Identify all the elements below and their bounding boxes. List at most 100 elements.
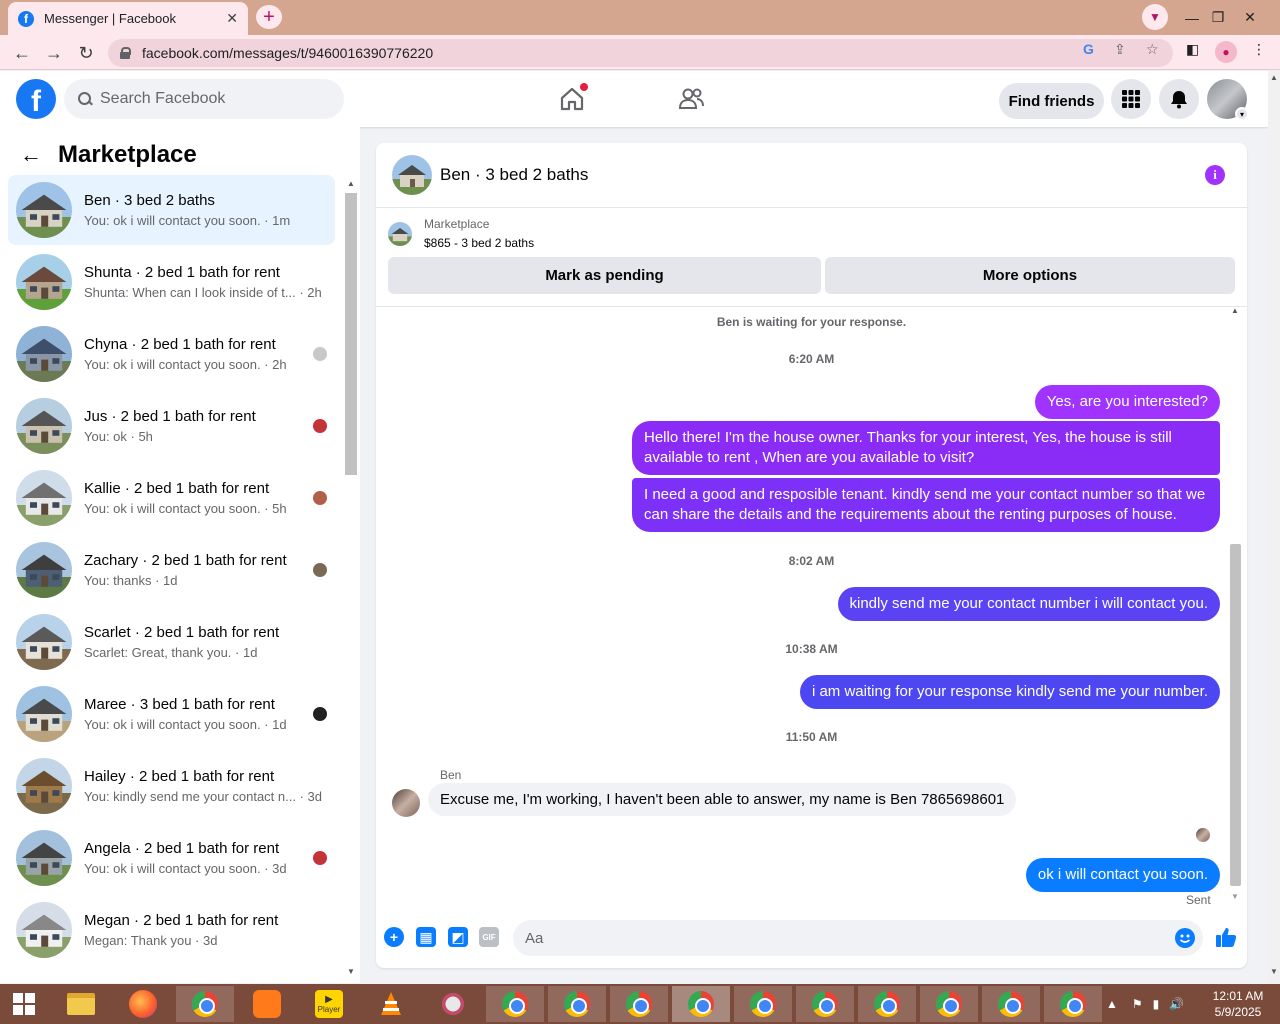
page-scrollbar[interactable]: ▲ ▼ (1268, 71, 1280, 983)
conversation-thumbnail (16, 254, 72, 310)
close-window-icon[interactable]: ✕ (1232, 0, 1268, 35)
conversation-preview: You: kindly send me your contact n... · … (84, 789, 322, 804)
back-arrow-icon[interactable]: ← (9, 40, 35, 66)
chat-scrollbar[interactable]: ▲ ▼ (1228, 306, 1242, 906)
conversation-row[interactable]: Scarlet · 2 bed 1 bath for rent Scarlet: … (8, 607, 335, 677)
conversation-row[interactable]: Shunta · 2 bed 1 bath for rent Shunta: Wh… (8, 247, 335, 317)
emoji-icon[interactable] (1175, 928, 1195, 948)
conversation-text: Jus · 2 bed 1 bath for rent You: ok · 5h (84, 408, 313, 444)
taskbar-clock[interactable]: 12:01 AM 5/9/2025 (1205, 988, 1271, 1020)
sticker-icon[interactable]: ◩ (448, 927, 468, 947)
chrome-window-icon[interactable] (920, 986, 978, 1022)
conversation-thumbnail (16, 830, 72, 886)
conversation-row[interactable]: Zachary · 2 bed 1 bath for rent You: than… (8, 535, 335, 605)
sidebar-scrollbar[interactable]: ▲ ▼ (344, 179, 358, 979)
conversation-preview: You: ok i will contact you soon. · 3d (84, 861, 287, 876)
chrome-window-icon[interactable] (982, 986, 1040, 1022)
read-receipt-avatar (313, 563, 327, 577)
chrome-window-icon[interactable] (734, 986, 792, 1022)
friends-icon[interactable] (677, 85, 705, 113)
address-url: facebook.com/messages/t/9460016390776220 (142, 45, 434, 61)
reload-icon[interactable]: ↻ (73, 40, 99, 66)
find-friends-button[interactable]: Find friends (999, 83, 1104, 119)
like-thumbs-up-icon[interactable] (1214, 925, 1238, 949)
plus-icon[interactable]: + (384, 927, 404, 947)
conversation-row[interactable]: Chyna · 2 bed 1 bath for rent You: ok i w… (8, 319, 335, 389)
outgoing-message[interactable]: I need a good and resposible tenant. kin… (632, 478, 1220, 532)
conversation-info-icon[interactable]: i (1205, 165, 1225, 185)
vlc-icon[interactable] (362, 986, 420, 1022)
firefox-icon[interactable] (114, 986, 172, 1022)
facebook-logo-icon[interactable]: f (16, 79, 56, 119)
show-hidden-icons-icon[interactable]: ▲ (1106, 997, 1118, 1011)
waiting-note: Ben is waiting for your response. (716, 315, 907, 329)
browser-profile-icon[interactable]: ● (1215, 41, 1237, 63)
sender-avatar[interactable] (392, 789, 420, 817)
outgoing-message[interactable]: Hello there! I'm the house owner. Thanks… (632, 421, 1220, 475)
outgoing-message[interactable]: Yes, are you interested? (1034, 385, 1220, 419)
conversation-title: Shunta · 2 bed 1 bath for rent (84, 264, 280, 281)
sidebar-title: Marketplace (58, 141, 197, 168)
outgoing-message[interactable]: i am waiting for your response kindly se… (799, 675, 1220, 709)
chrome-window-icon-active[interactable] (672, 986, 730, 1022)
notifications-bell-icon[interactable] (1159, 79, 1199, 119)
timestamp: 11:50 AM (785, 730, 838, 744)
share-icon[interactable]: ⇪ (1114, 41, 1126, 58)
chrome-taskbar-icon[interactable] (176, 986, 234, 1022)
conversation-thumbnail (16, 902, 72, 958)
side-panel-icon[interactable]: ◧ (1186, 41, 1199, 58)
chat-scroll-thumb[interactable] (1230, 544, 1241, 886)
message-thread[interactable]: Ben is waiting for your response. 6:20 A… (376, 306, 1247, 907)
more-options-button[interactable]: More options (825, 257, 1235, 294)
conversation-row[interactable]: Jus · 2 bed 1 bath for rent You: ok · 5h (8, 391, 335, 461)
flag-icon[interactable]: ⚑ (1132, 997, 1143, 1011)
sidebar-scroll-thumb[interactable] (345, 193, 357, 475)
browser-tab[interactable]: f Messenger | Facebook ✕ (8, 2, 248, 35)
conversation-row[interactable]: Ben · 3 bed 2 baths You: ok i will contac… (8, 175, 335, 245)
message-input[interactable]: Aa (513, 920, 1203, 956)
conversation-row[interactable]: Hailey · 2 bed 1 bath for rent You: kindl… (8, 751, 335, 821)
photo-icon[interactable]: ▦ (416, 927, 436, 947)
chrome-window-icon[interactable] (610, 986, 668, 1022)
menu-grid-icon[interactable] (1111, 79, 1151, 119)
conversation-row[interactable]: Megan · 2 bed 1 bath for rent Megan: Than… (8, 895, 335, 965)
snipping-tool-icon[interactable] (424, 986, 482, 1022)
network-icon[interactable]: ▮ (1153, 997, 1160, 1011)
volume-icon[interactable]: 🔊 (1169, 997, 1184, 1011)
outgoing-message[interactable]: ok i will contact you soon. (1025, 858, 1220, 892)
restore-icon[interactable]: ❐ (1200, 0, 1236, 35)
read-receipt-avatar (313, 419, 327, 433)
file-explorer-icon[interactable] (52, 986, 110, 1022)
chrome-window-icon[interactable] (548, 986, 606, 1022)
windows-start-icon[interactable] (0, 986, 48, 1022)
marketplace-listing-info[interactable]: Marketplace $865 - 3 bed 2 baths (388, 217, 534, 250)
chat-title[interactable]: Ben · 3 bed 2 baths (440, 165, 588, 185)
conversation-row[interactable]: Maree · 3 bed 1 bath for rent You: ok i w… (8, 679, 335, 749)
conversation-row[interactable]: Kallie · 2 bed 1 bath for rent You: ok i … (8, 463, 335, 533)
chrome-window-icon[interactable] (858, 986, 916, 1022)
facebook-search-input[interactable]: Search Facebook (64, 79, 344, 119)
uc-browser-icon[interactable] (238, 986, 296, 1022)
facebook-favicon-icon: f (18, 10, 34, 27)
address-bar[interactable]: facebook.com/messages/t/9460016390776220 (108, 39, 1173, 67)
incoming-message[interactable]: Excuse me, I'm working, I haven't been a… (428, 783, 1017, 816)
browser-menu-icon[interactable]: ⋮ (1252, 41, 1266, 58)
tab-search-chevron-icon[interactable]: ▼ (1142, 4, 1168, 30)
chrome-window-icon[interactable] (796, 986, 854, 1022)
chrome-window-icon[interactable] (486, 986, 544, 1022)
chat-listing-thumbnail[interactable] (392, 155, 432, 195)
chrome-window-icon[interactable] (1044, 986, 1102, 1022)
forward-arrow-icon[interactable]: → (41, 40, 67, 66)
account-avatar[interactable]: ▾ (1207, 79, 1249, 121)
player-icon[interactable]: ▶ Player (300, 986, 358, 1022)
new-tab-button[interactable]: + (256, 5, 282, 29)
conversation-preview: You: ok i will contact you soon. · 5h (84, 501, 287, 516)
outgoing-message[interactable]: kindly send me your contact number i wil… (837, 587, 1220, 621)
back-arrow-icon[interactable]: ← (20, 142, 42, 168)
mark-as-pending-button[interactable]: Mark as pending (388, 257, 821, 294)
gif-icon[interactable]: GIF (479, 927, 499, 947)
bookmark-star-icon[interactable]: ☆ (1146, 41, 1159, 58)
close-tab-icon[interactable]: ✕ (226, 10, 238, 27)
google-lens-icon[interactable]: G (1083, 41, 1094, 57)
conversation-row[interactable]: Angela · 2 bed 1 bath for rent You: ok i … (8, 823, 335, 893)
